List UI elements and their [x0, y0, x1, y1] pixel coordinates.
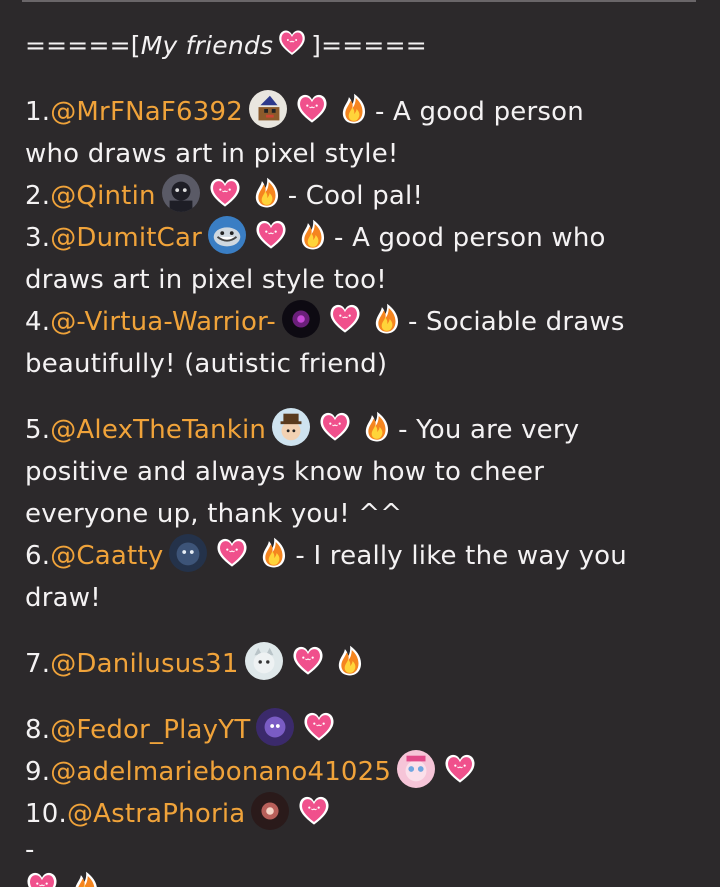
- fire-icon: [250, 176, 284, 210]
- user-mention[interactable]: @Caatty: [50, 541, 163, 571]
- user-mention[interactable]: @AstraPhoria: [67, 799, 245, 829]
- avatar: [169, 533, 208, 572]
- user-mention[interactable]: @DumitCar: [50, 223, 202, 253]
- list-item: 7.@Danilusus31: [25, 641, 690, 685]
- friend-description: - Sociable draws: [407, 307, 625, 337]
- friend-description: - A good person: [375, 97, 584, 127]
- item-number: 2.: [25, 181, 51, 211]
- pink-heart-face-icon: [443, 752, 477, 786]
- pink-heart-face-icon: [277, 28, 307, 58]
- heading-suffix: ]=====: [311, 31, 427, 60]
- pink-heart-face-icon: [328, 302, 362, 336]
- fire-icon: [333, 644, 367, 678]
- list-item: 9.@adelmariebonano41025: [25, 749, 690, 793]
- partial-emoji-row: [25, 870, 103, 887]
- pink-heart-face-icon: [291, 644, 325, 678]
- friend-description: - A good person who: [334, 223, 606, 253]
- friend-description-cont: everyone up, thank you! ^^: [25, 499, 403, 529]
- pink-heart-face-icon: [302, 710, 336, 744]
- friend-description-cont: who draws art in pixel style!: [25, 139, 399, 169]
- fire-icon: [257, 536, 291, 570]
- pink-heart-face-icon: [297, 794, 331, 828]
- avatar: [249, 89, 288, 128]
- friend-description-cont: draw!: [25, 583, 101, 613]
- avatar: [272, 407, 311, 446]
- item-number: 3.: [25, 223, 51, 253]
- list-item: 1.@MrFNaF6392 - A good person: [25, 89, 690, 133]
- pink-heart-face-icon: [25, 870, 59, 887]
- pink-heart-face-icon: [295, 92, 329, 126]
- list-item: 8.@Fedor_PlayYT: [25, 707, 690, 751]
- item-number: 1.: [25, 97, 51, 127]
- user-mention[interactable]: @-Virtua-Warrior-: [50, 307, 276, 337]
- avatar: [281, 299, 320, 338]
- user-mention[interactable]: @adelmariebonano41025: [50, 757, 391, 787]
- list-item: 2.@Qintin - Cool pal!: [25, 173, 690, 217]
- user-mention[interactable]: @Fedor_PlayYT: [50, 715, 250, 745]
- pink-heart-face-icon: [254, 218, 288, 252]
- user-mention[interactable]: @Qintin: [50, 181, 155, 211]
- list-item: 4.@-Virtua-Warrior- - Sociable draws: [25, 299, 690, 343]
- item-number: 9.: [25, 757, 51, 787]
- list-item: 10.@AstraPhoria: [25, 791, 690, 835]
- item-number: 8.: [25, 715, 51, 745]
- friend-description: - Cool pal!: [287, 181, 424, 211]
- friend-description: - I really like the way you: [295, 541, 627, 571]
- fire-icon: [69, 870, 103, 887]
- user-mention[interactable]: @AlexTheTankin: [50, 415, 266, 445]
- friends-heading: =====[My friends ]=====: [25, 25, 690, 67]
- pink-heart-face-icon: [208, 176, 242, 210]
- fire-icon: [296, 218, 330, 252]
- friends-post: =====[My friends ]===== 1.@MrFNaF6392 - A …: [25, 25, 690, 865]
- heading-prefix: =====[: [25, 31, 141, 60]
- avatar: [208, 215, 247, 254]
- separator-dash: -: [25, 835, 35, 865]
- friend-description: - You are very: [398, 415, 580, 445]
- friend-description-cont: positive and always know how to cheer: [25, 457, 545, 487]
- item-number: 5.: [25, 415, 51, 445]
- heading-title: My friends: [140, 31, 274, 60]
- top-divider: [22, 0, 696, 2]
- item-number: 4.: [25, 307, 51, 337]
- user-mention[interactable]: @MrFNaF6392: [50, 97, 243, 127]
- list-item: 6.@Caatty - I really like the way you: [25, 533, 690, 577]
- fire-icon: [337, 92, 371, 126]
- avatar: [244, 641, 283, 680]
- item-number: 7.: [25, 649, 51, 679]
- list-item: 5.@AlexTheTankin - You are very: [25, 407, 690, 451]
- friend-description-cont: draws art in pixel style too!: [25, 265, 387, 295]
- item-number: 10.: [25, 799, 67, 829]
- item-number: 6.: [25, 541, 51, 571]
- avatar: [397, 749, 436, 788]
- user-mention[interactable]: @Danilusus31: [50, 649, 238, 679]
- fire-icon: [370, 302, 404, 336]
- fire-icon: [360, 410, 394, 444]
- avatar: [251, 791, 290, 830]
- pink-heart-face-icon: [215, 536, 249, 570]
- list-item: 3.@DumitCar - A good person who: [25, 215, 690, 259]
- avatar: [161, 173, 200, 212]
- pink-heart-face-icon: [318, 410, 352, 444]
- friend-description-cont: beautifully! (autistic friend): [25, 349, 388, 379]
- avatar: [256, 707, 295, 746]
